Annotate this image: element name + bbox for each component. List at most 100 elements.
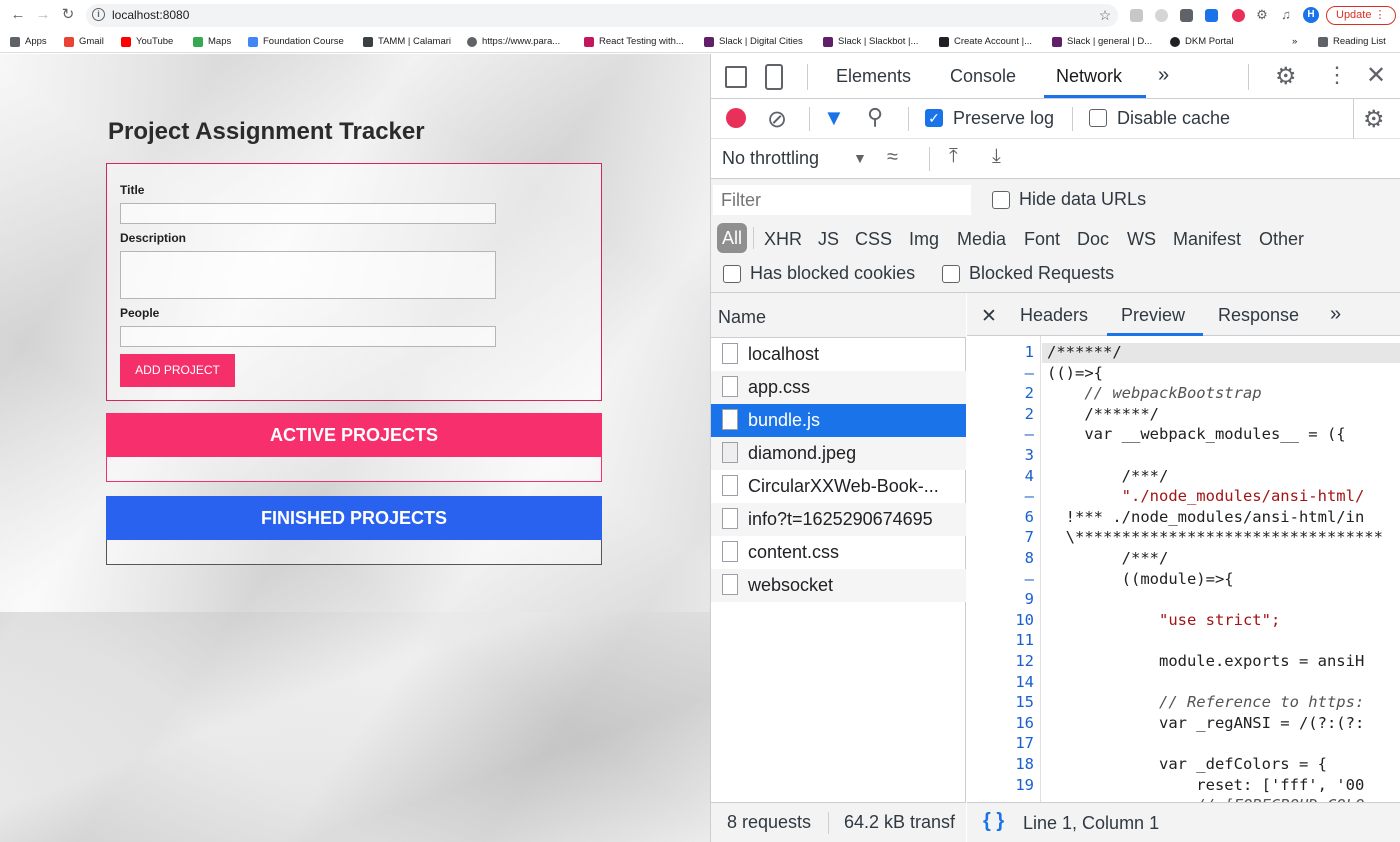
line-number: 7: [1024, 528, 1034, 547]
request-row[interactable]: websocket: [711, 569, 966, 602]
network-conditions-wifi-icon[interactable]: ≈: [887, 146, 898, 169]
hide-data-urls-checkbox[interactable]: [992, 191, 1010, 209]
update-button[interactable]: Update ⋮: [1326, 6, 1396, 25]
extension-icon[interactable]: [1232, 9, 1245, 22]
reload-icon[interactable]: ↻: [60, 7, 76, 23]
request-row[interactable]: localhost: [711, 338, 966, 371]
filter-type-css[interactable]: CSS: [855, 229, 892, 250]
bookmark-foundation[interactable]: Foundation Course: [248, 36, 344, 47]
name-column-header[interactable]: Name: [711, 293, 966, 338]
extension-icon[interactable]: [1180, 9, 1193, 22]
disable-cache-checkbox[interactable]: [1089, 109, 1107, 127]
search-icon[interactable]: ⚲: [867, 104, 883, 130]
request-list: Name localhost app.css bundle.js diamond…: [711, 293, 966, 842]
site-info-icon[interactable]: i: [92, 8, 105, 21]
close-detail-icon[interactable]: ✕: [981, 305, 997, 328]
filter-funnel-icon[interactable]: ▼: [823, 105, 845, 131]
import-har-icon[interactable]: ⤒: [949, 145, 958, 168]
close-icon[interactable]: ✕: [1366, 61, 1386, 90]
people-input[interactable]: [120, 326, 496, 347]
request-name: app.css: [748, 377, 811, 397]
tab-console[interactable]: Console: [950, 66, 1016, 87]
project-form: Title Description People ADD PROJECT: [106, 163, 602, 401]
bookmark-star-icon[interactable]: ☆: [1097, 7, 1113, 23]
profile-avatar[interactable]: H: [1303, 7, 1319, 23]
add-project-button[interactable]: ADD PROJECT: [120, 354, 235, 387]
more-tabs-chevron-icon[interactable]: »: [1330, 303, 1341, 326]
filter-type-font[interactable]: Font: [1024, 229, 1060, 250]
more-tabs-chevron-icon[interactable]: »: [1158, 64, 1169, 87]
bookmark-slackbot[interactable]: Slack | Slackbot |...: [823, 36, 918, 47]
blocked-requests-checkbox[interactable]: [942, 265, 960, 283]
filter-type-other[interactable]: Other: [1259, 229, 1304, 250]
bookmark-dkm[interactable]: DKM Portal: [1170, 36, 1234, 47]
network-summary: 8 requests 64.2 kB transf: [711, 802, 966, 842]
request-row[interactable]: content.css: [711, 536, 966, 569]
code-preview[interactable]: 1–22–34–678–9101112141516171819– /******…: [967, 336, 1400, 802]
description-textarea[interactable]: [120, 251, 496, 299]
export-har-icon[interactable]: ⤓: [992, 145, 1001, 168]
tab-elements[interactable]: Elements: [836, 66, 911, 87]
filter-type-xhr[interactable]: XHR: [764, 229, 802, 250]
reading-list[interactable]: Reading List: [1318, 36, 1386, 47]
bookmark-gmail[interactable]: Gmail: [64, 36, 104, 47]
request-row[interactable]: app.css: [711, 371, 966, 404]
line-number: 2: [1024, 404, 1034, 423]
forward-arrow-icon[interactable]: →: [35, 7, 51, 23]
has-blocked-cookies-checkbox[interactable]: [723, 265, 741, 283]
page-title: Project Assignment Tracker: [108, 118, 425, 145]
url-text[interactable]: localhost:8080: [112, 8, 189, 22]
back-arrow-icon[interactable]: ←: [10, 7, 26, 23]
bookmark-youtube[interactable]: YouTube: [121, 36, 173, 47]
bookmark-label: Create Account |...: [954, 36, 1032, 47]
preserve-log-checkbox[interactable]: ✓: [925, 109, 943, 127]
request-row[interactable]: info?t=1625290674695: [711, 503, 966, 536]
extension-icon[interactable]: [1205, 9, 1218, 22]
clear-icon[interactable]: ⊘: [767, 105, 787, 134]
tab-network[interactable]: Network: [1056, 66, 1122, 87]
filter-type-media[interactable]: Media: [957, 229, 1006, 250]
bookmark-slack-dc[interactable]: Slack | Digital Cities: [704, 36, 803, 47]
request-row-selected[interactable]: bundle.js: [711, 404, 966, 437]
filter-input[interactable]: [713, 185, 971, 215]
finished-projects-list: [106, 540, 602, 565]
filter-type-ws[interactable]: WS: [1127, 229, 1156, 250]
document-icon: [722, 574, 738, 595]
bookmark-maps[interactable]: Maps: [193, 36, 231, 47]
filter-type-all[interactable]: All: [717, 223, 747, 253]
address-bar[interactable]: [86, 4, 1118, 27]
tab-response[interactable]: Response: [1218, 305, 1299, 326]
chevron-down-icon[interactable]: ▼: [853, 150, 867, 166]
tab-preview[interactable]: Preview: [1121, 305, 1185, 326]
bookmark-react-testing[interactable]: React Testing with...: [584, 36, 684, 47]
bookmarks-overflow[interactable]: »: [1292, 36, 1297, 47]
device-toolbar-icon[interactable]: [765, 64, 783, 90]
extension-icon[interactable]: [1130, 9, 1143, 22]
network-settings-gear-icon[interactable]: ⚙: [1363, 105, 1385, 134]
bookmark-apps[interactable]: Apps: [10, 36, 47, 47]
inspect-element-icon[interactable]: [725, 66, 747, 88]
media-control-icon[interactable]: ♫: [1278, 7, 1294, 23]
extension-icon[interactable]: [1155, 9, 1168, 22]
request-row[interactable]: diamond.jpeg: [711, 437, 966, 470]
bookmark-site-icon: [584, 36, 594, 47]
bookmark-slack-general[interactable]: Slack | general | D...: [1052, 36, 1152, 47]
bookmark-tamm[interactable]: TAMM | Calamari: [363, 36, 451, 47]
pretty-print-braces-icon[interactable]: { }: [983, 810, 1004, 833]
request-row[interactable]: CircularXXWeb-Book-...: [711, 470, 966, 503]
puzzle-extensions-icon[interactable]: ⚙: [1254, 7, 1270, 23]
filter-type-doc[interactable]: Doc: [1077, 229, 1109, 250]
code-line: reset: ['fff', '00: [1047, 775, 1365, 794]
throttling-select[interactable]: No throttling: [722, 148, 819, 169]
settings-gear-icon[interactable]: ⚙: [1275, 62, 1297, 91]
filter-type-manifest[interactable]: Manifest: [1173, 229, 1241, 250]
filter-type-img[interactable]: Img: [909, 229, 939, 250]
title-input[interactable]: [120, 203, 496, 224]
more-options-icon[interactable]: ⋮: [1326, 62, 1348, 88]
tab-headers[interactable]: Headers: [1020, 305, 1088, 326]
bookmark-site-icon: [248, 36, 258, 47]
record-icon[interactable]: [726, 108, 746, 128]
filter-type-js[interactable]: JS: [818, 229, 839, 250]
bookmark-para[interactable]: https://www.para...: [467, 36, 560, 47]
bookmark-create-account[interactable]: Create Account |...: [939, 36, 1032, 47]
